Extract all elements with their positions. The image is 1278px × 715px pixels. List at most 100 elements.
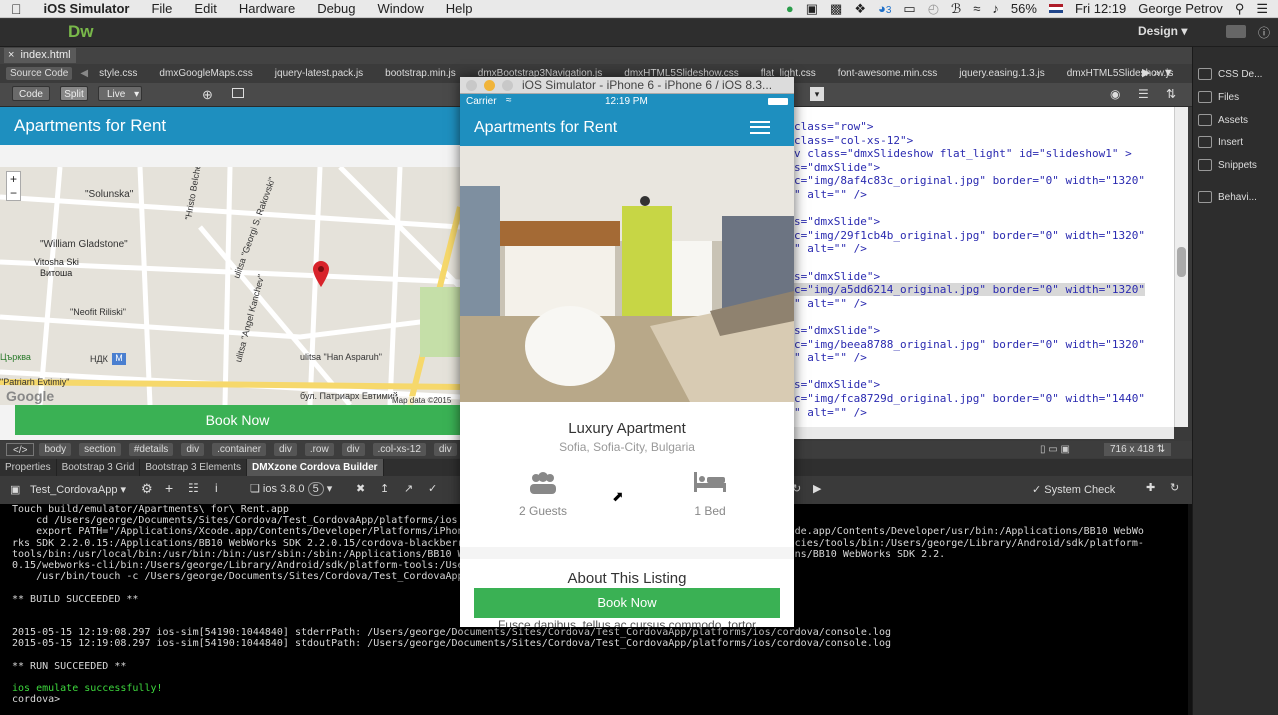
preview-icon[interactable] xyxy=(232,88,244,98)
code-line[interactable]: " alt="" /> xyxy=(794,297,867,310)
tag-row[interactable]: .row xyxy=(304,443,334,456)
sync-icon[interactable] xyxy=(1226,25,1246,38)
code-line[interactable]: s="dmxSlide"> xyxy=(794,324,880,337)
more-files-icon[interactable]: ▶ » ▼ xyxy=(1142,66,1174,79)
run-icon[interactable]: ▶ xyxy=(813,482,821,495)
tab-cordova-builder[interactable]: DMXzone Cordova Builder xyxy=(247,459,384,476)
code-scrollbar[interactable] xyxy=(1174,107,1188,427)
menu-app-name[interactable]: iOS Simulator xyxy=(33,1,141,16)
code-line[interactable]: c="img/29f1cb4b_original.jpg" border="0"… xyxy=(794,229,1145,242)
live-view-button[interactable]: Live ▾ xyxy=(98,86,142,101)
reload-icon[interactable]: ↻ xyxy=(1170,481,1179,494)
settings-icon[interactable]: ⚙ xyxy=(141,481,153,497)
user-name[interactable]: George Petrov xyxy=(1138,1,1223,16)
flag-icon[interactable] xyxy=(1048,4,1063,13)
book-now-button[interactable]: Book Now xyxy=(15,405,460,435)
tag-col[interactable]: .col-xs-12 xyxy=(372,443,426,456)
airplay-icon[interactable]: ▭ xyxy=(903,1,915,17)
info-icon[interactable]: i xyxy=(215,481,218,495)
clear-icon[interactable]: ✚ xyxy=(1146,481,1155,494)
panel-css-designer[interactable]: CSS De... xyxy=(1198,68,1262,80)
tree-icon[interactable]: ☷ xyxy=(188,481,199,495)
tag-div[interactable]: div xyxy=(433,443,457,456)
code-line[interactable]: class="col-xs-12"> xyxy=(794,134,913,147)
tag-details[interactable]: #details xyxy=(128,443,174,456)
dropdown-icon[interactable]: ▾ xyxy=(810,87,824,101)
menu-edit[interactable]: Edit xyxy=(183,1,227,16)
info-icon[interactable]: ⓘ xyxy=(1258,24,1270,41)
split-view-button[interactable]: Split xyxy=(60,86,88,101)
notification-icon[interactable]: ☰ xyxy=(1256,1,1268,17)
zoom-in-icon[interactable]: + xyxy=(7,172,20,186)
code-line[interactable]: s="dmxSlide"> xyxy=(794,378,880,391)
dropbox-icon[interactable]: ❖ xyxy=(854,1,866,17)
device-size-icons[interactable]: ▯ ▭ ▣ xyxy=(1040,444,1070,455)
code-line[interactable]: c="img/fca8729d_original.jpg" border="0"… xyxy=(794,392,1145,405)
simulator-titlebar[interactable]: iOS Simulator - iPhone 6 - iPhone 6 / iO… xyxy=(460,77,794,94)
tag-container[interactable]: .container xyxy=(212,443,267,456)
code-line[interactable]: " alt="" /> xyxy=(794,242,867,255)
project-select[interactable]: Test_CordovaApp ▾ xyxy=(30,483,126,496)
workspace-switcher[interactable]: Design ▾ xyxy=(1138,24,1187,38)
tab-properties[interactable]: Properties xyxy=(0,459,57,476)
close-icon[interactable]: × xyxy=(8,49,14,61)
camera-icon[interactable]: ▩ xyxy=(830,1,842,17)
code-line[interactable]: " alt="" /> xyxy=(794,406,867,419)
tab-bootstrap-grid[interactable]: Bootstrap 3 Grid xyxy=(57,459,141,476)
related-file[interactable]: jquery.easing.1.3.js xyxy=(959,68,1044,79)
panel-insert[interactable]: Insert xyxy=(1198,136,1243,148)
panel-behaviors[interactable]: Behavi... xyxy=(1198,191,1257,203)
code-line[interactable]: class="row"> xyxy=(794,120,873,133)
code-line[interactable]: s="dmxSlide"> xyxy=(794,161,880,174)
volume-icon[interactable]: ♪ xyxy=(992,1,999,16)
map-zoom-control[interactable]: + − xyxy=(6,171,21,201)
code-line[interactable]: v class="dmxSlideshow flat_light" id="sl… xyxy=(794,147,1132,160)
tag-section[interactable]: section xyxy=(79,443,121,456)
upload-icon[interactable]: ↥ xyxy=(380,482,389,495)
source-code-tab[interactable]: Source Code xyxy=(6,67,73,80)
menu-window[interactable]: Window xyxy=(367,1,435,16)
add-icon[interactable]: + xyxy=(165,480,173,496)
platform-select[interactable]: ❏ ios 3.8.0 5 ▾ xyxy=(250,482,332,496)
folder-icon[interactable]: ▣ xyxy=(10,483,20,496)
zoom-out-icon[interactable]: − xyxy=(7,186,20,200)
menu-hardware[interactable]: Hardware xyxy=(228,1,306,16)
remove-icon[interactable]: ✖ xyxy=(356,482,365,495)
clock[interactable]: Fri 12:19 xyxy=(1075,1,1126,16)
apple-icon[interactable]:  xyxy=(0,1,33,17)
code-view-button[interactable]: Code xyxy=(12,86,50,101)
menu-help[interactable]: Help xyxy=(435,1,484,16)
close-window-icon[interactable] xyxy=(466,80,477,91)
related-file[interactable]: jquery-latest.pack.js xyxy=(275,68,363,79)
code-line[interactable]: c="img/beea8788_original.jpg" border="0"… xyxy=(794,338,1145,351)
book-now-button[interactable]: Book Now xyxy=(474,588,780,618)
spotlight-icon[interactable]: ⚲ xyxy=(1235,1,1245,17)
inspect-icon[interactable]: ⊕ xyxy=(202,87,213,103)
hamburger-menu-icon[interactable] xyxy=(750,121,770,134)
tag-body[interactable]: body xyxy=(39,443,72,456)
list-icon[interactable]: ☰ xyxy=(1138,87,1149,101)
menu-debug[interactable]: Debug xyxy=(306,1,366,16)
related-file[interactable]: style.css xyxy=(99,68,137,79)
panel-snippets[interactable]: Snippets xyxy=(1198,159,1257,171)
tab-index-html[interactable]: × index.html xyxy=(4,48,76,63)
panel-assets[interactable]: Assets xyxy=(1198,114,1248,126)
related-file[interactable]: dmxGoogleMaps.css xyxy=(159,68,252,79)
zoom-window-icon[interactable] xyxy=(502,80,513,91)
wifi-icon[interactable]: ≈ xyxy=(973,1,980,16)
globe-icon[interactable]: ◉ xyxy=(1110,87,1120,101)
bluetooth-icon[interactable]: ℬ xyxy=(951,1,961,17)
export-icon[interactable]: ↗ xyxy=(404,482,413,495)
panel-files[interactable]: Files xyxy=(1198,91,1239,103)
tag-div[interactable]: div xyxy=(274,443,297,456)
creative-cloud-icon[interactable]: ◕3 xyxy=(878,1,891,16)
google-map[interactable]: "Solunska" "Hristo Belchev" "William Gla… xyxy=(0,167,460,405)
map-marker-icon[interactable] xyxy=(312,260,330,288)
related-file[interactable]: font-awesome.min.css xyxy=(838,68,937,79)
tag-div[interactable]: div xyxy=(341,443,365,456)
code-view[interactable]: class="row"> class="col-xs-12"> v class="d… xyxy=(794,107,1174,427)
tab-bootstrap-elements[interactable]: Bootstrap 3 Elements xyxy=(140,459,247,476)
scroll-thumb[interactable] xyxy=(1177,247,1186,277)
code-line[interactable]: s="dmxSlide"> xyxy=(794,270,880,283)
time-machine-icon[interactable]: ◴ xyxy=(928,1,939,17)
